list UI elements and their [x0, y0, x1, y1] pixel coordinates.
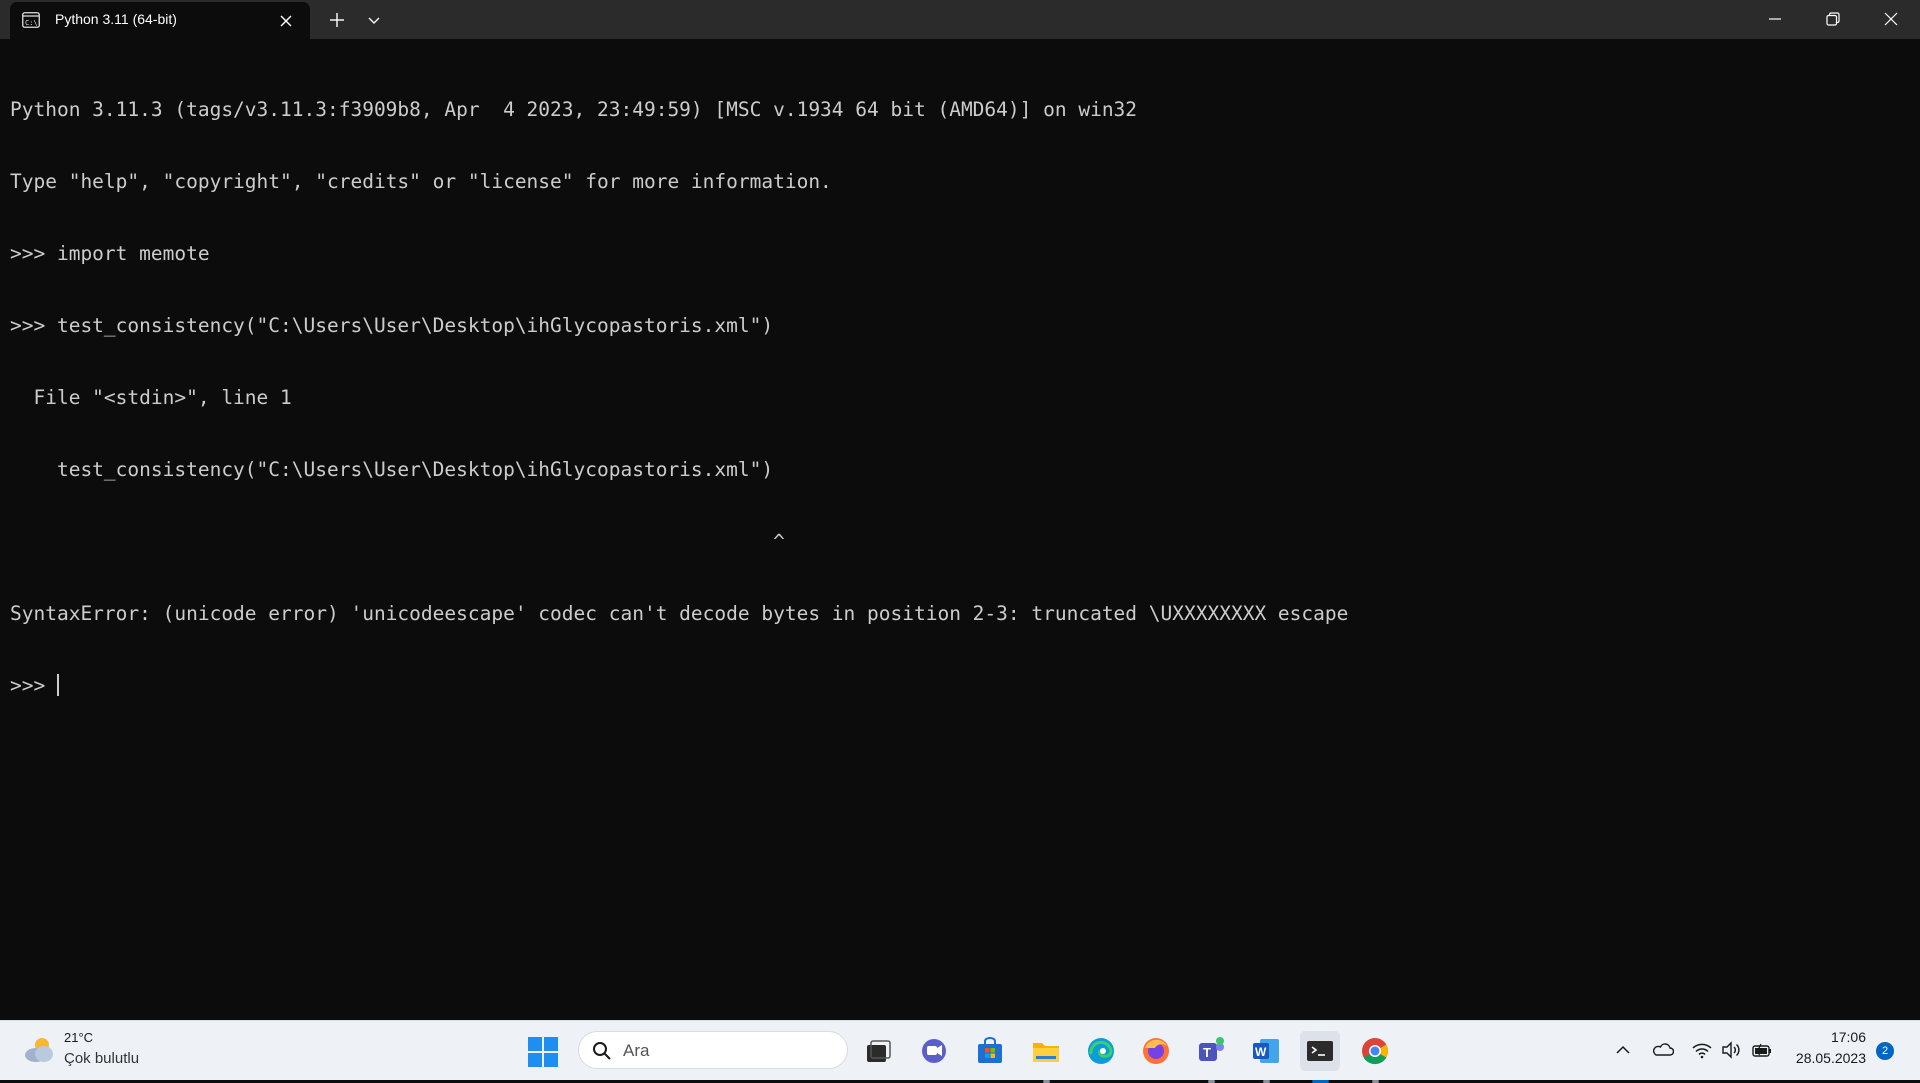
terminal-window: C:\ Python 3.11 (64-bit) Python 3.11.3 (…: [0, 0, 1920, 1020]
chat-icon: [922, 1039, 946, 1063]
word-button[interactable]: W: [1246, 1031, 1286, 1083]
taskbar-search[interactable]: [578, 1031, 848, 1069]
microsoft-store-icon: [978, 1037, 1002, 1063]
windows-start-icon[interactable]: [528, 1037, 558, 1067]
weather-description: Çok bulutlu: [64, 1050, 140, 1067]
firefox-icon: [1143, 1038, 1169, 1064]
file-explorer-button[interactable]: [1026, 1031, 1066, 1083]
chevron-down-icon[interactable]: [364, 10, 384, 30]
task-view-icon: [867, 1040, 891, 1062]
microsoft-store-button[interactable]: [970, 1031, 1010, 1071]
edge-icon: [1088, 1038, 1114, 1064]
terminal-button[interactable]: [1300, 1031, 1340, 1083]
clock-time[interactable]: 17:06: [1810, 1029, 1866, 1045]
weather-temperature: 21°C: [64, 1030, 94, 1045]
close-window-button[interactable]: [1862, 0, 1920, 39]
console-line: test_consistency("C:\Users\User\Desktop\…: [10, 458, 774, 481]
console-line: ^: [10, 530, 785, 553]
terminal-icon: [1307, 1041, 1333, 1061]
search-icon: [593, 1042, 611, 1060]
restore-icon: [1826, 12, 1840, 26]
console-line: SyntaxError: (unicode error) 'unicodeesc…: [10, 602, 1349, 625]
chat-button[interactable]: [914, 1031, 954, 1071]
minimize-icon: [1769, 18, 1781, 20]
search-input[interactable]: [621, 1038, 835, 1064]
task-view-button[interactable]: [858, 1031, 898, 1071]
onedrive-icon[interactable]: [1652, 1039, 1674, 1061]
console-prompt: >>>: [10, 674, 57, 697]
minimize-button[interactable]: [1746, 0, 1804, 39]
restore-button[interactable]: [1804, 0, 1862, 39]
console-line: File "<stdin>", line 1: [10, 386, 292, 409]
console-prompt-line[interactable]: >>>: [10, 674, 1900, 698]
text-cursor: [56, 674, 59, 696]
console-line: >>> import memote: [10, 242, 210, 265]
chrome-icon: [1362, 1038, 1389, 1065]
svg-text:T: T: [1203, 1045, 1211, 1060]
console-line: >>> test_consistency("C:\Users\User\Desk…: [10, 314, 774, 337]
chevron-up-icon[interactable]: [1612, 1039, 1634, 1061]
clock-date[interactable]: 28.05.2023: [1780, 1050, 1866, 1066]
wifi-icon[interactable]: [1691, 1039, 1713, 1061]
svg-text:W: W: [1255, 1045, 1267, 1059]
word-icon: W: [1253, 1039, 1279, 1063]
file-explorer-icon: [1033, 1043, 1059, 1062]
teams-icon: T: [1199, 1037, 1224, 1061]
console-line: Type "help", "copyright", "credits" or "…: [10, 170, 832, 193]
firefox-button[interactable]: [1136, 1031, 1176, 1071]
tab-title: Python 3.11 (64-bit): [55, 11, 177, 27]
new-tab-icon[interactable]: [326, 9, 348, 31]
close-icon: [1884, 12, 1898, 26]
close-tab-icon[interactable]: [276, 11, 296, 31]
edge-button[interactable]: [1081, 1031, 1121, 1071]
tab-python[interactable]: C:\ Python 3.11 (64-bit): [10, 2, 310, 39]
teams-button[interactable]: T: [1191, 1031, 1231, 1083]
battery-icon[interactable]: [1751, 1039, 1773, 1061]
title-bar: C:\ Python 3.11 (64-bit): [0, 0, 1920, 39]
svg-text:C:\: C:\: [25, 19, 38, 27]
chrome-button[interactable]: [1355, 1031, 1395, 1083]
console-line: Python 3.11.3 (tags/v3.11.3:f3909b8, Apr…: [10, 98, 1138, 121]
volume-icon[interactable]: [1720, 1039, 1742, 1061]
cloudy-weather-icon[interactable]: [22, 1035, 56, 1065]
console-output[interactable]: Python 3.11.3 (tags/v3.11.3:f3909b8, Apr…: [10, 50, 1900, 1010]
taskbar: 21°C Çok bulutlu Ara T W 17:06 28.05.202…: [0, 1020, 1920, 1083]
notification-badge[interactable]: 2: [1876, 1042, 1894, 1060]
console-icon: C:\: [22, 12, 40, 28]
